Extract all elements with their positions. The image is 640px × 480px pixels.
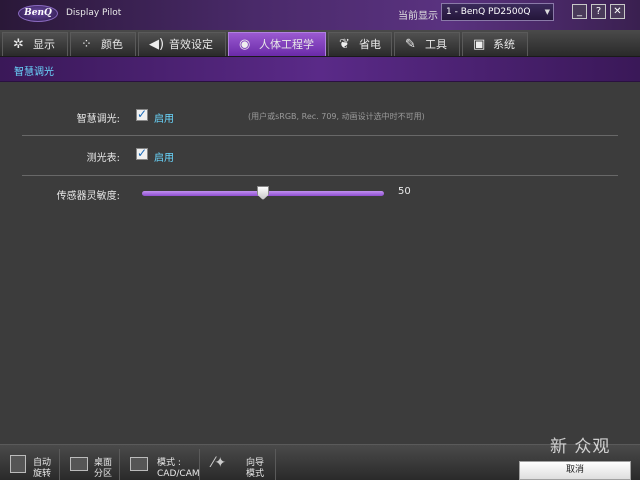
tab-display[interactable]: ✲ 显示	[2, 32, 68, 56]
light-meter-enable-text: 启用	[154, 153, 174, 164]
current-display-label: 当前显示	[398, 11, 438, 22]
wrench-icon: ✎	[405, 37, 416, 52]
app-name: Display Pilot	[66, 8, 122, 18]
tab-eco[interactable]: ❦ 省电	[328, 32, 392, 56]
close-button[interactable]: ✕	[610, 4, 625, 19]
benq-logo: BenQ	[18, 5, 58, 22]
dots-icon: ⁘	[81, 37, 92, 52]
smart-dim-enable-text: 启用	[154, 114, 174, 125]
wizard-mode-button[interactable]: ⁄✦ 向导 模式	[200, 449, 276, 480]
tab-system[interactable]: ▣ 系统	[462, 32, 528, 56]
tab-color[interactable]: ⁘ 颜色	[70, 32, 136, 56]
watermark: 新 众观	[550, 437, 611, 457]
sensitivity-value: 50	[398, 186, 411, 197]
minimize-button[interactable]: _	[572, 4, 587, 19]
divider	[22, 135, 618, 136]
partition-icon	[70, 457, 88, 471]
nav-bar: ✲ 显示 ⁘ 颜色 ◀) 音效设定 ◉ 人体工程学 ❦ 省电 ✎ 工具 ▣ 系统	[0, 30, 640, 57]
chevron-down-icon: ▼	[544, 8, 550, 16]
section-title: 智慧调光	[14, 67, 54, 78]
monitor-select[interactable]: 1 - BenQ PD2500Q ▼	[441, 3, 554, 21]
auto-rotate-button[interactable]: 自动 旋转	[0, 449, 60, 480]
title-bar: BenQ Display Pilot 当前显示 1 - BenQ PD2500Q…	[0, 0, 640, 30]
sensitivity-label: 传感器灵敏度:	[56, 191, 120, 202]
light-meter-checkbox[interactable]	[136, 146, 148, 160]
section-header: 智慧调光	[0, 57, 640, 82]
cancel-button[interactable]: 取消	[519, 461, 631, 480]
monitor-select-value: 1 - BenQ PD2500Q	[446, 7, 531, 17]
system-icon: ▣	[473, 37, 486, 52]
speaker-icon: ◀)	[149, 37, 165, 52]
tab-audio[interactable]: ◀) 音效设定	[138, 32, 226, 56]
mode-button[interactable]: 模式 : CAD/CAM	[120, 449, 200, 480]
eye-icon: ◉	[239, 37, 251, 52]
help-button[interactable]: ?	[591, 4, 606, 19]
smart-dim-checkbox[interactable]	[136, 107, 148, 121]
leaf-icon: ❦	[339, 37, 350, 52]
magic-wand-icon: ⁄✦	[212, 455, 227, 471]
settings-panel: 智慧调光: 启用 (用户或sRGB, Rec. 709, 动画设计选中时不可用)…	[0, 82, 640, 444]
smart-dim-label: 智慧调光:	[76, 114, 120, 125]
divider	[22, 175, 618, 176]
rotate-icon	[10, 455, 26, 473]
tab-ergonomics[interactable]: ◉ 人体工程学	[228, 32, 326, 56]
desktop-partition-button[interactable]: 桌面 分区	[60, 449, 120, 480]
light-meter-label: 测光表:	[86, 153, 120, 164]
sensitivity-slider-thumb[interactable]	[257, 186, 269, 200]
tab-tools[interactable]: ✎ 工具	[394, 32, 460, 56]
sparkle-icon: ✲	[13, 37, 24, 52]
monitor-icon	[130, 457, 148, 471]
smart-dim-note: (用户或sRGB, Rec. 709, 动画设计选中时不可用)	[248, 112, 425, 121]
